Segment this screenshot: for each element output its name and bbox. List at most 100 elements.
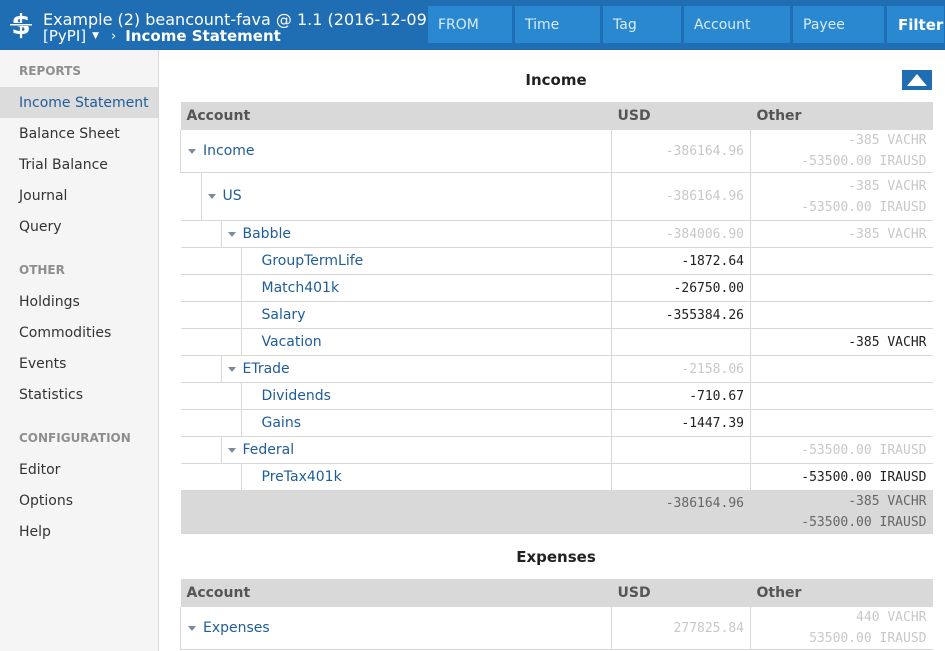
fava-logo-icon[interactable]: $ [7,9,35,41]
usd-cell: -1447.39 [611,409,751,437]
account-link[interactable]: Salary [262,305,306,326]
column-header-account[interactable]: Account [180,102,612,130]
filter-payee-input[interactable]: Payee [793,6,884,43]
other-cell [750,274,933,302]
expand-toggle-icon[interactable] [207,194,216,199]
account-link[interactable]: ETrade [243,359,290,380]
table-row: Federal -53500.00 IRAUSD [180,436,933,464]
collapse-all-button[interactable] [902,70,932,90]
sidebar-item-options[interactable]: Options [0,485,158,516]
filter-account-input[interactable]: Account [684,6,790,43]
other-amount: -53500.00 IRAUSD [801,154,927,169]
sidebar-item-income-statement[interactable]: Income Statement [0,87,158,118]
sidebar-item-events[interactable]: Events [0,348,158,379]
sidebar-item-help[interactable]: Help [0,516,158,547]
usd-cell [611,463,751,491]
breadcrumb-separator-icon: › [111,29,117,44]
other-amount: -385 VACHR [848,133,927,148]
usd-cell [611,328,751,356]
total-label-cell [180,490,612,534]
breadcrumb-current: Income Statement [125,27,281,45]
sidebar-item-trial-balance[interactable]: Trial Balance [0,149,158,180]
filter-tag-input[interactable]: Tag [603,6,681,43]
account-link[interactable]: Expenses [203,618,270,639]
other-cell: -53500.00 IRAUSD [750,463,933,491]
table-row: Match401k -26750.00 [180,274,933,302]
usd-cell: -1872.64 [611,247,751,275]
sidebar-item-commodities[interactable]: Commodities [0,317,158,348]
expand-toggle-icon[interactable] [188,148,196,154]
account-link[interactable]: Gains [262,413,301,434]
usd-cell: -355384.26 [611,301,751,329]
usd-cell: -710.67 [611,382,751,410]
table-row: Income -386164.96 -385 VACHR -53500.00 IR… [180,130,933,173]
other-amount: 440 VACHR [856,610,927,625]
table-row: Babble -384006.90 -385 VACHR [180,220,933,248]
sidebar-item-editor[interactable]: Editor [0,454,158,485]
sidebar-item-balance-sheet[interactable]: Balance Sheet [0,118,158,149]
account-link[interactable]: Match401k [262,278,340,299]
table-row: Expenses 277825.84 440 VACHR 53500.00 IRA… [180,607,933,650]
usd-cell: 277825.84 [611,607,751,650]
usd-cell: -384006.90 [611,220,751,248]
table-row: Salary -355384.26 [180,301,933,329]
top-bar: $ Example (2) beancount-fava @ 1.1 (2016… [0,0,945,50]
filter-tag-placeholder: Tag [613,16,637,33]
sidebar-item-journal[interactable]: Journal [0,180,158,211]
account-link[interactable]: GroupTermLife [262,251,364,272]
filter-time-label: Time [525,16,560,33]
table-header-row: Account USD Other [180,102,933,130]
account-link[interactable]: Federal [243,440,295,461]
ledger-select[interactable]: [PyPI] ▼ [43,28,99,45]
other-cell [750,409,933,437]
total-other-amount: -53500.00 IRAUSD [801,515,927,530]
column-header-other[interactable]: Other [750,579,933,607]
expand-toggle-icon[interactable] [188,625,196,631]
expand-toggle-icon[interactable] [227,447,236,453]
sidebar-section-configuration: CONFIGURATION [19,431,131,445]
income-table: Account USD Other Income -386164.96 -385… [180,102,933,534]
filter-time-placeholder: FROM [438,16,479,33]
table-row: GroupTermLife -1872.64 [180,247,933,275]
column-header-account[interactable]: Account [180,579,612,607]
sidebar-item-query[interactable]: Query [0,211,158,242]
table-row: Vacation -385 VACHR [180,328,933,356]
account-link[interactable]: Babble [243,224,291,245]
column-header-usd[interactable]: USD [611,102,751,130]
account-link[interactable]: Vacation [262,332,322,353]
filter-time-field[interactable]: Time [515,6,600,43]
sidebar-section-other: OTHER [19,263,65,277]
expand-toggle-icon[interactable] [227,231,236,237]
sidebar-item-statistics[interactable]: Statistics [0,379,158,410]
sidebar: REPORTS Income Statement Balance Sheet T… [0,50,159,651]
other-cell: -385 VACHR [750,220,933,248]
other-cell: 440 VACHR 53500.00 IRAUSD [750,607,933,650]
filter-button[interactable]: Filter [887,6,944,43]
total-other-amount: -385 VACHR [848,494,927,509]
other-cell: -53500.00 IRAUSD [750,436,933,464]
account-link[interactable]: PreTax401k [262,467,342,488]
filter-payee-placeholder: Payee [803,16,845,33]
account-link[interactable]: Income [203,141,255,162]
account-link[interactable]: US [223,186,242,207]
other-amount: 53500.00 IRAUSD [809,631,927,646]
other-amount: -385 VACHR [848,178,927,194]
expenses-heading: Expenses [516,548,596,566]
column-header-usd[interactable]: USD [611,579,751,607]
filter-account-placeholder: Account [694,16,751,33]
usd-cell: -386164.96 [611,172,751,221]
filter-bar: FROM Time Tag Account Payee Filter [428,6,944,43]
total-usd-cell: -386164.96 [611,490,751,534]
account-link[interactable]: Dividends [262,386,331,407]
other-cell: -385 VACHR -53500.00 IRAUSD [750,130,933,173]
other-cell [750,382,933,410]
chevron-down-icon: ▼ [92,31,100,41]
expand-toggle-icon[interactable] [227,366,236,372]
table-row: ETrade -2158.06 [180,355,933,383]
table-row: Gains -1447.39 [180,409,933,437]
sidebar-item-holdings[interactable]: Holdings [0,286,158,317]
other-cell [750,247,933,275]
expenses-table: Account USD Other Expenses 277825.84 440… [180,579,933,650]
filter-time-input[interactable]: FROM [428,6,512,43]
column-header-other[interactable]: Other [750,102,933,130]
